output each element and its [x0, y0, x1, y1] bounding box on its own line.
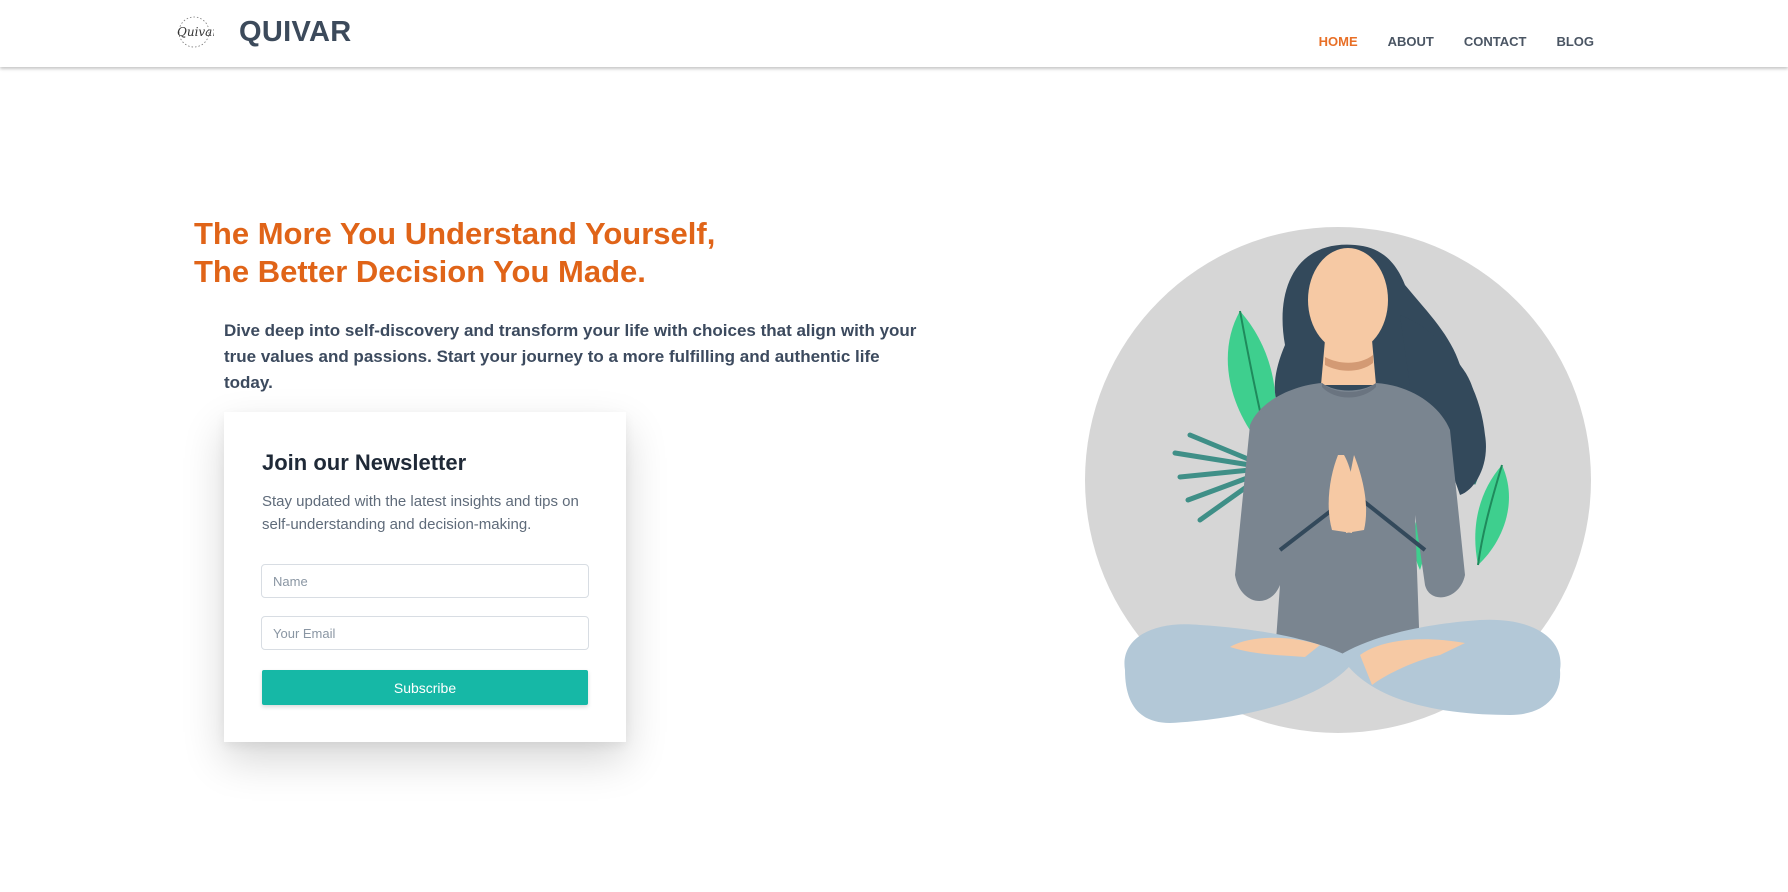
meditating-woman-illustration: [1085, 227, 1591, 733]
email-input[interactable]: [261, 616, 589, 650]
brand-name[interactable]: QUIVAR: [239, 16, 351, 49]
nav-home[interactable]: HOME: [1319, 34, 1358, 49]
hero-subtitle: Dive deep into self-discovery and transf…: [224, 321, 917, 392]
nav-blog[interactable]: BLOG: [1556, 34, 1594, 49]
hero-title-line2: The Better Decision You Made.: [194, 254, 646, 289]
hero-title: The More You Understand Yourself, The Be…: [194, 215, 715, 291]
script-logo-icon[interactable]: Quivar: [174, 14, 214, 50]
main-nav: HOME ABOUT CONTACT BLOG: [1319, 34, 1594, 49]
newsletter-card: Join our Newsletter Stay updated with th…: [224, 412, 626, 742]
svg-text:Quivar: Quivar: [177, 25, 214, 39]
nav-about[interactable]: ABOUT: [1388, 34, 1434, 49]
newsletter-description: Stay updated with the latest insights an…: [262, 493, 579, 533]
newsletter-title: Join our Newsletter: [262, 450, 467, 475]
hero-title-line1: The More You Understand Yourself,: [194, 216, 716, 251]
name-input[interactable]: [261, 564, 589, 598]
site-header: Quivar QUIVAR HOME ABOUT CONTACT BLOG: [0, 0, 1788, 67]
nav-contact[interactable]: CONTACT: [1464, 34, 1527, 49]
subscribe-button[interactable]: Subscribe: [262, 670, 588, 705]
